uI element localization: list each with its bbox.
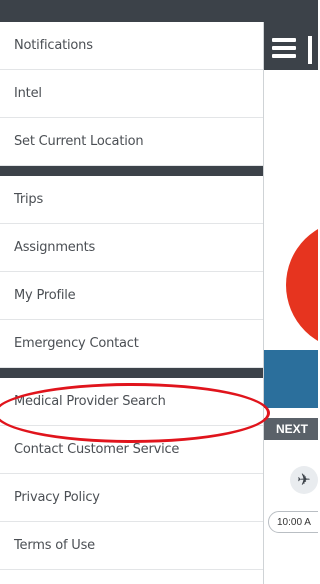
menu-item-label: Terms of Use (14, 538, 95, 553)
menu-item-set-current-location[interactable]: Set Current Location (0, 118, 263, 166)
menu-item-my-profile[interactable]: My Profile (0, 272, 263, 320)
menu-item-emergency-contact[interactable]: Emergency Contact (0, 320, 263, 368)
menu-item-label: Medical Provider Search (14, 394, 166, 409)
menu-item-label: Set Current Location (14, 134, 144, 149)
menu-item-assignments[interactable]: Assignments (0, 224, 263, 272)
next-label: NEXT (276, 422, 309, 436)
time-pill[interactable]: 10:00 A (268, 511, 318, 533)
menu-item-label: Trips (14, 192, 44, 207)
menu-button[interactable] (264, 28, 318, 70)
header-divider (308, 36, 312, 64)
menu-item-label: Emergency Contact (14, 336, 139, 351)
menu-item-medical-provider-search[interactable]: Medical Provider Search (0, 378, 263, 426)
blue-banner (264, 350, 318, 408)
menu-item-terms-of-use[interactable]: Terms of Use (0, 522, 263, 570)
menu-separator (0, 368, 263, 378)
menu-item-label: Notifications (14, 38, 93, 53)
menu-item-contact-customer-service[interactable]: Contact Customer Service (0, 426, 263, 474)
menu-item-label: My Profile (14, 288, 76, 303)
next-section-header: NEXT (264, 418, 318, 440)
app-screen: NEXT ✈ 10:00 A Notifications Intel Set C… (0, 0, 318, 584)
red-circle-graphic (286, 220, 318, 350)
menu-item-label: Assignments (14, 240, 96, 255)
menu-item-label: Contact Customer Service (14, 442, 180, 457)
menu-item-intel[interactable]: Intel (0, 70, 263, 118)
main-screen: NEXT ✈ 10:00 A (264, 28, 318, 584)
menu-item-trips[interactable]: Trips (0, 176, 263, 224)
menu-item-label: Privacy Policy (14, 490, 100, 505)
menu-item-privacy-policy[interactable]: Privacy Policy (0, 474, 263, 522)
menu-separator (0, 166, 263, 176)
menu-item-notifications[interactable]: Notifications (0, 22, 263, 70)
menu-icon (272, 38, 296, 58)
menu-item-label: Intel (14, 86, 42, 101)
navigation-drawer: Notifications Intel Set Current Location… (0, 22, 264, 584)
airplane-icon: ✈ (290, 466, 318, 494)
